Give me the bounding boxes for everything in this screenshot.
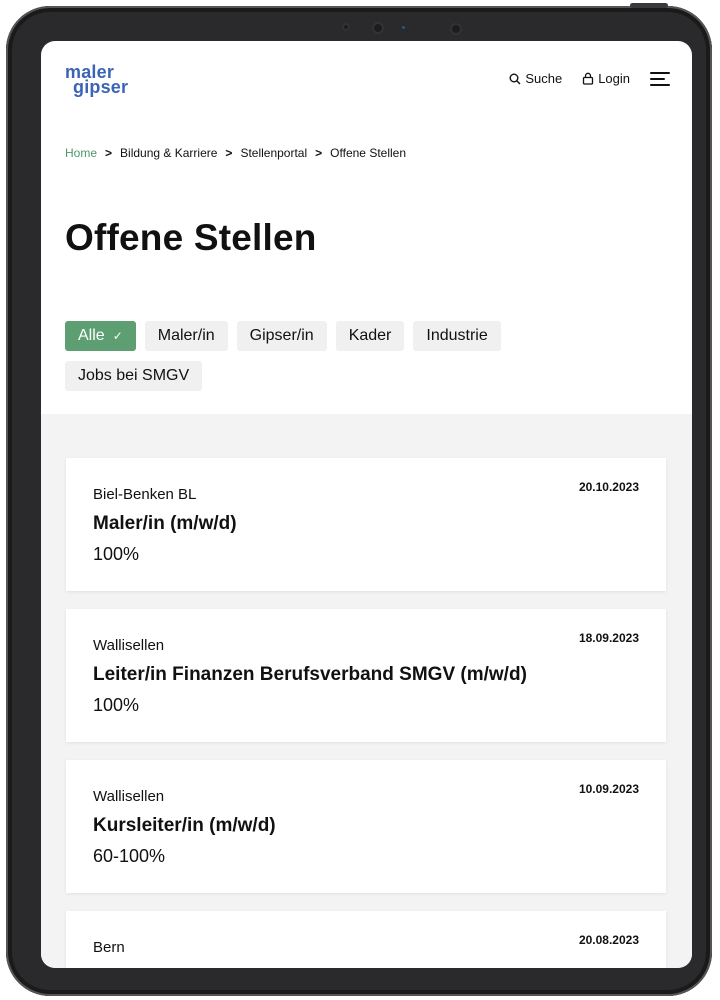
filter-label: Maler/in — [157, 327, 215, 344]
header-nav: Suche Login — [489, 71, 670, 86]
filter-label: Alle — [78, 327, 105, 344]
breadcrumb-home[interactable]: Home — [65, 146, 97, 160]
job-workload: 60-100% — [93, 846, 166, 866]
breadcrumb: Home > Bildung & Karriere > Stellenporta… — [65, 146, 406, 160]
job-title: Leiter/in Finanzen Berufsverband SMGV (m… — [93, 664, 527, 685]
chevron-right-icon: > — [225, 146, 233, 160]
filter-chips: Alle ✓ Maler/in Gipser/in Kader Industri… — [65, 321, 605, 401]
job-card[interactable]: Bern 20.08.2023 — [66, 911, 666, 968]
chevron-right-icon: > — [315, 146, 323, 160]
filter-industrie[interactable]: Industrie — [413, 321, 501, 351]
job-title: Kursleiter/in (m/w/d) — [93, 815, 276, 836]
login-link[interactable]: Login — [582, 71, 630, 86]
filter-label: Kader — [348, 327, 392, 344]
camera-bar — [336, 20, 476, 38]
filter-label: Gipser/in — [249, 327, 314, 344]
page-title: Offene Stellen — [65, 217, 317, 258]
job-date: 20.10.2023 — [578, 480, 639, 494]
hamburger-menu-icon[interactable] — [650, 71, 670, 86]
job-location: Bern — [93, 939, 125, 956]
device-top-button — [630, 3, 668, 8]
search-link[interactable]: Suche — [509, 71, 562, 86]
job-location: Biel-Benken BL — [93, 486, 197, 503]
lock-icon — [583, 72, 594, 85]
breadcrumb-stellenportal[interactable]: Stellenportal — [240, 146, 307, 160]
job-list: Biel-Benken BL 20.10.2023 Maler/in (m/w/… — [41, 414, 692, 968]
screen: maler gipser Suche Login Home > Bildung … — [41, 41, 692, 968]
breadcrumb-current: Offene Stellen — [330, 146, 407, 160]
job-card[interactable]: Wallisellen 18.09.2023 Leiter/in Finanze… — [66, 609, 666, 742]
search-label: Suche — [525, 71, 563, 86]
filter-jobs-bei-smgv[interactable]: Jobs bei SMGV — [65, 361, 203, 391]
job-title: Maler/in (m/w/d) — [93, 513, 237, 534]
filter-label: Industrie — [426, 327, 488, 344]
job-card[interactable]: Biel-Benken BL 20.10.2023 Maler/in (m/w/… — [66, 458, 666, 591]
job-location: Wallisellen — [93, 637, 165, 654]
logo[interactable]: maler gipser — [65, 63, 129, 97]
filter-alle[interactable]: Alle ✓ — [65, 321, 136, 351]
filter-gipser[interactable]: Gipser/in — [236, 321, 327, 351]
site-header: maler gipser Suche Login — [41, 41, 692, 121]
job-date: 10.09.2023 — [578, 782, 639, 796]
job-date: 18.09.2023 — [578, 631, 639, 645]
job-card[interactable]: Wallisellen 10.09.2023 Kursleiter/in (m/… — [66, 760, 666, 893]
job-location: Wallisellen — [93, 788, 165, 805]
chevron-right-icon: > — [105, 146, 113, 160]
job-workload: 100% — [93, 695, 140, 715]
filter-label: Jobs bei SMGV — [78, 367, 190, 384]
filter-kader[interactable]: Kader — [335, 321, 405, 351]
logo-line-2: gipser — [73, 77, 129, 97]
filter-maler[interactable]: Maler/in — [144, 321, 228, 351]
breadcrumb-bildung-karriere[interactable]: Bildung & Karriere — [120, 146, 217, 160]
search-icon — [509, 73, 521, 84]
job-workload: 100% — [93, 544, 140, 564]
login-label: Login — [598, 71, 630, 86]
checkmark-icon: ✓ — [112, 329, 123, 343]
job-date: 20.08.2023 — [578, 933, 639, 947]
